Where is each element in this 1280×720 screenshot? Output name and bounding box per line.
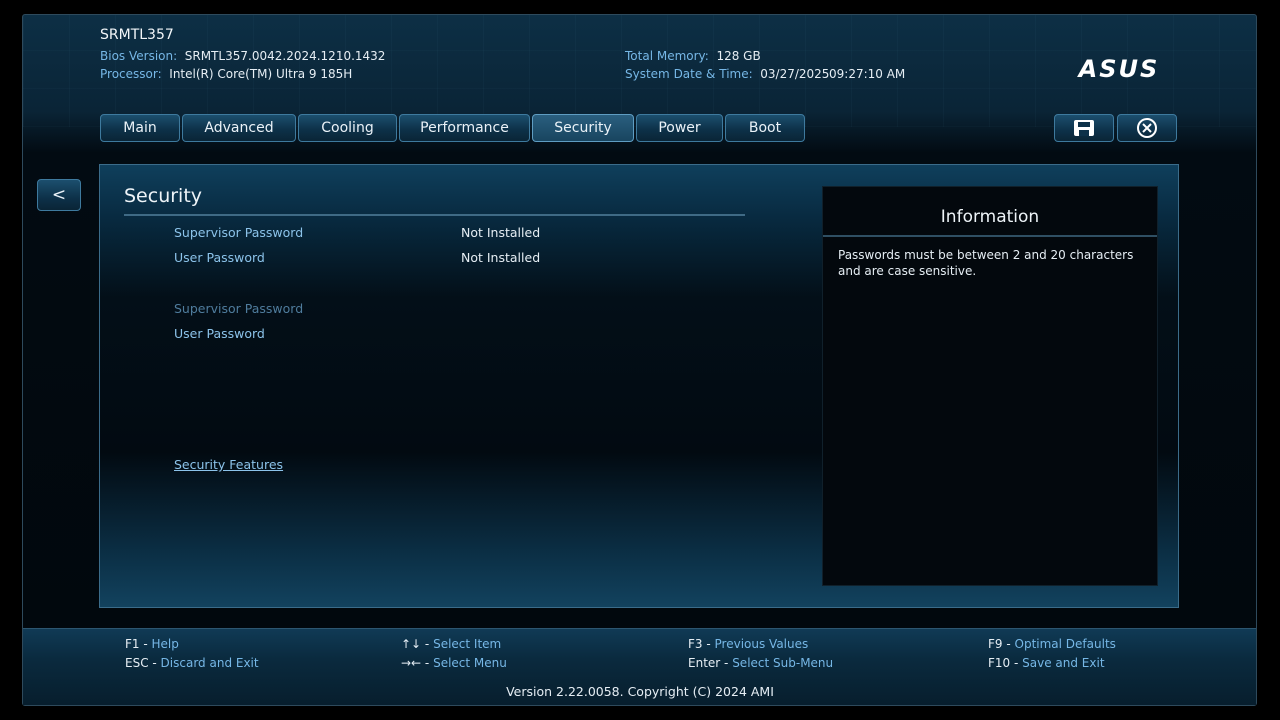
total-memory-label: Total Memory: (625, 49, 709, 63)
hotkey-f10-key: F10 (988, 656, 1011, 670)
processor-line: Processor: Intel(R) Core(TM) Ultra 9 185… (100, 65, 352, 83)
bios-version-label: Bios Version: (100, 49, 178, 63)
processor-value: Intel(R) Core(TM) Ultra 9 185H (169, 67, 353, 81)
hotkey-updown: ↑↓ - Select Item (401, 637, 502, 651)
hotkey-f3: F3 - Previous Values (688, 637, 809, 651)
hotkey-enter: Enter - Select Sub-Menu (688, 656, 834, 670)
hotkey-enter-key: Enter (688, 656, 721, 670)
save-icon (1074, 120, 1094, 136)
hotkey-updown-action: Select Item (433, 637, 502, 651)
asus-logo-text: ASUS (1077, 58, 1160, 80)
security-features-link[interactable]: Security Features (174, 457, 283, 472)
datetime-label: System Date & Time: (625, 67, 753, 81)
hotkey-leftright: →← - Select Menu (401, 656, 507, 670)
tab-boot[interactable]: Boot (725, 114, 805, 142)
bios-version-value: SRMTL357.0042.2024.1210.1432 (184, 49, 386, 63)
hotkey-leftright-key: →← (401, 656, 422, 670)
hotkey-esc-key: ESC (125, 656, 149, 670)
supervisor-password-setting: Supervisor Password (174, 301, 304, 316)
version-copyright: Version 2.22.0058. Copyright (C) 2024 AM… (506, 684, 774, 699)
hotkey-f3-action: Previous Values (714, 637, 809, 651)
information-divider (823, 235, 1157, 237)
tab-power[interactable]: Power (636, 114, 723, 142)
supervisor-password-status-label: Supervisor Password (174, 225, 304, 240)
page-title: Security (124, 185, 203, 207)
hotkey-updown-key: ↑↓ (401, 637, 422, 651)
total-memory-line: Total Memory: 128 GB (625, 47, 761, 65)
close-circle-icon (1137, 118, 1157, 138)
information-panel: Information Passwords must be between 2 … (822, 186, 1158, 586)
hotkey-f9-action: Optimal Defaults (1014, 637, 1116, 651)
back-button[interactable]: < (37, 179, 81, 211)
supervisor-password-status-value: Not Installed (461, 225, 541, 240)
hostname: SRMTL357 (100, 27, 174, 43)
hotkey-f10-action: Save and Exit (1022, 656, 1105, 670)
system-datetime-line: System Date & Time: 03/27/2025 (625, 65, 829, 83)
hotkey-f9: F9 - Optimal Defaults (988, 637, 1116, 651)
user-password-status-value: Not Installed (461, 250, 541, 265)
menu-tabs: Main Advanced Cooling Performance Securi… (100, 114, 807, 142)
user-password-setting[interactable]: User Password (174, 326, 265, 341)
hotkey-f1-action: Help (151, 637, 179, 651)
system-time: 09:27:10 AM (829, 67, 906, 81)
hotkey-esc: ESC - Discard and Exit (125, 656, 259, 670)
tab-main[interactable]: Main (100, 114, 180, 142)
hotkey-esc-action: Discard and Exit (160, 656, 259, 670)
hotkey-leftright-action: Select Menu (433, 656, 507, 670)
processor-label: Processor: (100, 67, 162, 81)
exit-button[interactable] (1117, 114, 1177, 142)
system-time-line: 09:27:10 AM (829, 65, 905, 83)
system-date: 03/27/2025 (760, 67, 830, 81)
total-memory-value: 128 GB (716, 49, 761, 63)
hotkey-f9-key: F9 (988, 637, 1003, 651)
hotkey-f3-key: F3 (688, 637, 703, 651)
user-password-status-label: User Password (174, 250, 265, 265)
hotkey-f1: F1 - Help (125, 637, 179, 651)
hotkey-f1-key: F1 (125, 637, 140, 651)
tab-cooling[interactable]: Cooling (298, 114, 397, 142)
title-divider (124, 214, 745, 216)
asus-logo: ASUS (1077, 58, 1160, 80)
tab-advanced[interactable]: Advanced (182, 114, 296, 142)
hotkey-enter-action: Select Sub-Menu (732, 656, 834, 670)
save-button[interactable] (1054, 114, 1114, 142)
tab-security[interactable]: Security (532, 114, 634, 142)
hotkey-f10: F10 - Save and Exit (988, 656, 1105, 670)
information-title: Information (940, 207, 1040, 227)
bios-version-line: Bios Version: SRMTL357.0042.2024.1210.14… (100, 47, 385, 65)
information-text: Passwords must be between 2 and 20 chara… (838, 248, 1134, 278)
tab-performance[interactable]: Performance (399, 114, 530, 142)
